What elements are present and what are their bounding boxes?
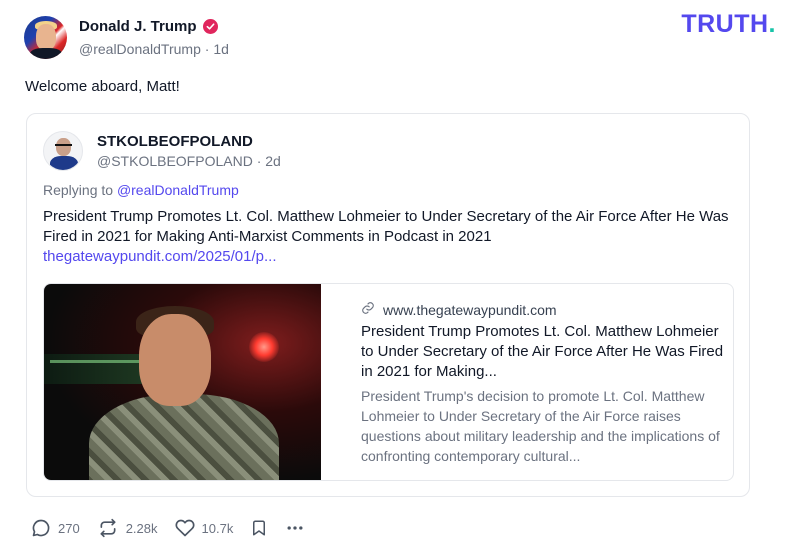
reply-icon [31, 518, 51, 538]
link-icon [361, 301, 375, 318]
link-preview-domain-row: www.thegatewaypundit.com [361, 301, 557, 318]
author-avatar[interactable] [24, 16, 67, 59]
quoted-author-handle[interactable]: @STKOLBEOFPOLAND [97, 153, 253, 169]
replying-to-mention[interactable]: @realDonaldTrump [117, 182, 239, 198]
retruth-icon [97, 518, 119, 538]
link-preview-card[interactable]: www.thegatewaypundit.com President Trump… [43, 283, 734, 481]
author-name-row: Donald J. Trump [79, 18, 218, 35]
reply-button[interactable]: 270 [31, 518, 80, 538]
more-options-button[interactable] [285, 518, 305, 538]
retruth-count: 2.28k [125, 520, 158, 536]
like-icon [175, 518, 195, 538]
post-timestamp[interactable]: 1d [213, 41, 229, 57]
link-preview-description: President Trump's decision to promote Lt… [361, 388, 720, 464]
quoted-author-name[interactable]: STKOLBEOFPOLAND [97, 133, 253, 150]
like-count: 10.7k [201, 520, 234, 536]
link-preview-title[interactable]: President Trump Promotes Lt. Col. Matthe… [361, 322, 731, 382]
post-header: Donald J. Trump @realDonaldTrump · 1d [24, 16, 776, 62]
bookmark-button[interactable] [250, 518, 268, 538]
more-icon [285, 518, 305, 538]
author-display-name[interactable]: Donald J. Trump [79, 18, 197, 35]
quoted-post-text: President Trump Promotes Lt. Col. Matthe… [43, 208, 729, 245]
quoted-post-link[interactable]: thegatewaypundit.com/2025/01/p... [43, 248, 277, 265]
link-preview-image[interactable] [44, 284, 321, 480]
link-preview-meta: www.thegatewaypundit.com President Trump… [339, 284, 731, 480]
reply-count: 270 [58, 520, 80, 536]
like-button[interactable]: 10.7k [175, 518, 234, 538]
retruth-button[interactable]: 2.28k [97, 518, 158, 538]
truth-logo[interactable]: TRUTH. [681, 10, 776, 39]
link-preview-domain: www.thegatewaypundit.com [383, 301, 557, 318]
verified-badge-icon [202, 19, 218, 34]
author-handle-row: @realDonaldTrump · 1d [79, 41, 229, 57]
post-actions: 270 2.28k 10.7k [31, 517, 322, 539]
quoted-timestamp[interactable]: 2d [265, 153, 281, 169]
author-handle[interactable]: @realDonaldTrump [79, 41, 201, 57]
quoted-author-handle-row: @STKOLBEOFPOLAND · 2d [97, 153, 281, 169]
quoted-post[interactable]: STKOLBEOFPOLAND @STKOLBEOFPOLAND · 2d Re… [26, 113, 750, 497]
quoted-author-avatar[interactable] [43, 131, 83, 171]
replying-to: Replying to @realDonaldTrump [43, 182, 239, 198]
post-text: Welcome aboard, Matt! [25, 78, 180, 95]
bookmark-icon [250, 518, 268, 538]
